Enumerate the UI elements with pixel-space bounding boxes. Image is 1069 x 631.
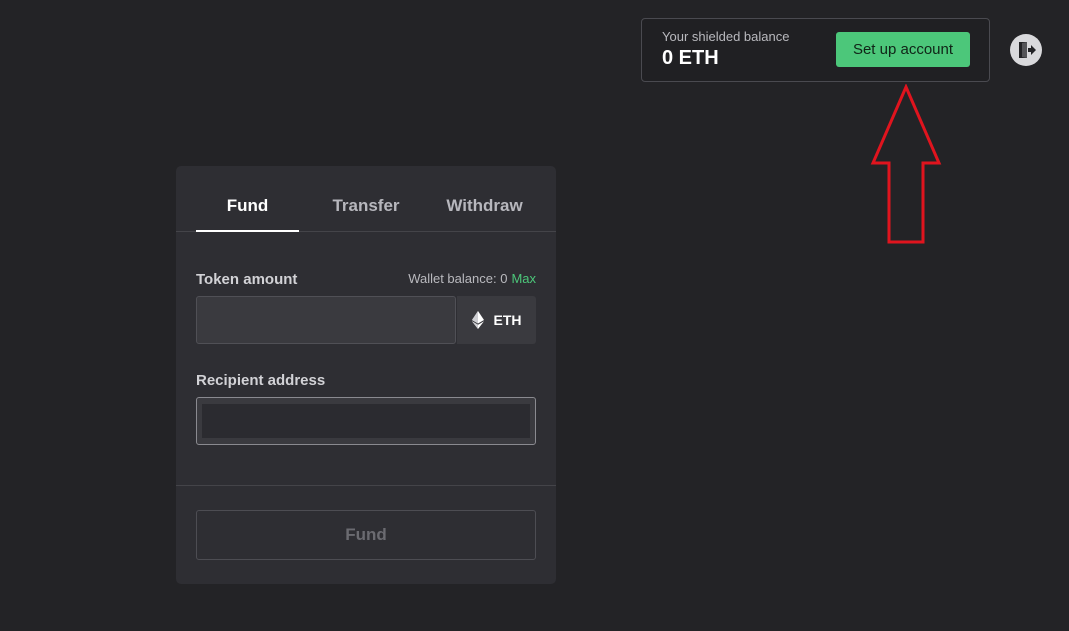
shielded-balance-panel: Your shielded balance 0 ETH Set up accou…	[641, 18, 990, 82]
wallet-balance-text: Wallet balance: 0	[408, 271, 508, 286]
tab-withdraw[interactable]: Withdraw	[434, 196, 535, 216]
tab-transfer[interactable]: Transfer	[316, 196, 416, 216]
recipient-address-input[interactable]	[196, 397, 536, 445]
app-page: Your shielded balance 0 ETH Set up accou…	[0, 0, 1069, 631]
active-tab-indicator	[196, 230, 299, 232]
card-divider	[176, 485, 556, 486]
token-amount-label: Token amount	[196, 271, 298, 288]
recipient-address-inner	[202, 404, 530, 438]
token-selector[interactable]: ETH	[457, 296, 536, 344]
balance-value: 0 ETH	[662, 47, 719, 69]
ethereum-icon	[471, 311, 484, 329]
fund-submit-button[interactable]: Fund	[196, 510, 536, 560]
setup-account-button[interactable]: Set up account	[836, 32, 970, 67]
wallet-balance: Wallet balance: 0 Max	[408, 271, 536, 286]
tab-bar: Fund Transfer Withdraw	[176, 166, 556, 232]
fund-card: Fund Transfer Withdraw Token amount Wall…	[176, 166, 556, 584]
max-link[interactable]: Max	[511, 271, 536, 286]
annotation-arrow-icon	[870, 84, 942, 244]
tab-fund[interactable]: Fund	[196, 196, 299, 216]
token-amount-input[interactable]	[196, 296, 456, 344]
token-symbol: ETH	[493, 312, 522, 328]
balance-label: Your shielded balance	[662, 29, 790, 44]
logout-icon[interactable]	[1010, 34, 1042, 66]
recipient-address-label: Recipient address	[196, 372, 326, 389]
